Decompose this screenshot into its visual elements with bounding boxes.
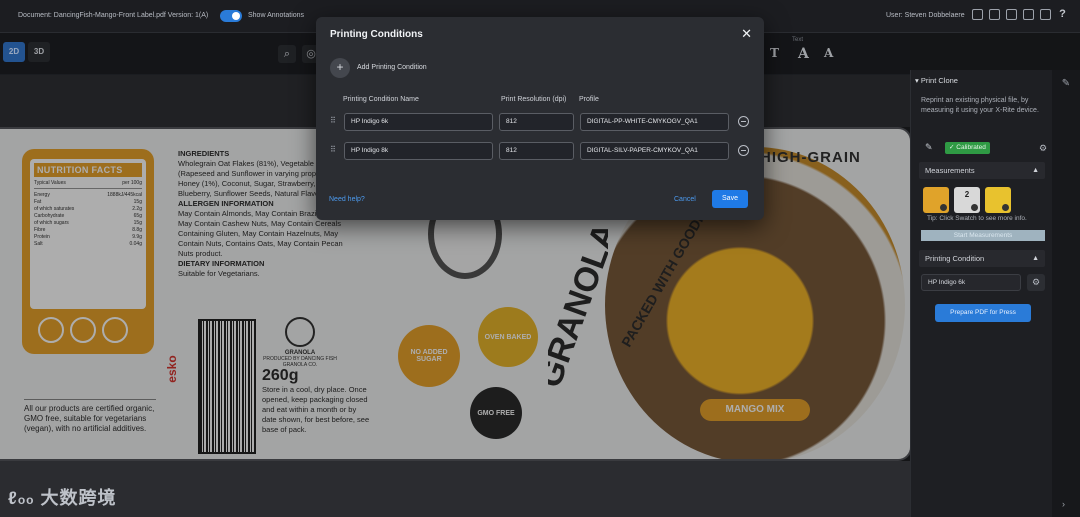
add-printing-condition-label[interactable]: Add Printing Condition [357,64,427,71]
gmo-free-badge: GMO FREE [470,387,522,439]
esko-logo: esko [165,355,179,382]
printing-condition-header[interactable]: Printing Condition ▲ [919,250,1045,267]
col-header-profile: Profile [579,96,599,103]
show-annotations-toggle[interactable] [220,10,242,22]
printing-condition-select[interactable]: HP Indigo 6k [921,274,1021,291]
print-clone-description: Reprint an existing physical file, by me… [921,97,1039,114]
add-printing-condition-button[interactable]: + [330,58,350,78]
mango-mix-badge: MANGO MIX [700,399,810,421]
device-icon: ✎ [925,142,933,152]
net-weight: 260g [262,367,299,384]
svg-text:GRANOLA: GRANOLA [548,218,608,393]
watermark: ℓoo 大数跨境 [8,488,117,508]
printing-condition-gear-icon[interactable]: ⚙ [1027,274,1045,291]
close-icon[interactable]: ✕ [741,26,752,42]
brand-logo-icon [285,317,315,347]
calibration-row: ✎ ✓ Calibrated ⚙ [921,140,1047,156]
print-clone-tab-icon[interactable]: ✎ [1058,78,1074,94]
measurement-swatches: 2 [923,187,1011,213]
dialog-title: Printing Conditions [330,29,423,40]
heart-badge-icon [102,317,128,343]
printing-condition-row: ⠿ HP Indigo 8k 812 DIGITAL-SILV-PAPER-CM… [330,142,750,162]
print-icon[interactable] [1023,9,1034,20]
save-button[interactable]: Save [712,190,748,208]
svg-text:esko: esko [165,355,179,382]
keyboard-icon[interactable] [1040,9,1051,20]
weight-block: 260g Store in a cool, dry place. Once op… [262,367,372,435]
remove-row-icon[interactable] [738,116,749,127]
measurements-header[interactable]: Measurements ▲ [919,162,1045,179]
col-header-name: Printing Condition Name [343,96,419,103]
user-name: User: Steven Dobbelaere [886,12,965,19]
canvas-bottom-margin [0,461,910,517]
typical-values-label: Typical Values [34,180,66,186]
calibrated-badge: ✓ Calibrated [945,142,990,154]
right-tab-strip: ✎ › [1052,70,1080,517]
diet-badges [38,317,128,343]
resolution-field[interactable]: 812 [499,142,574,160]
profile-select[interactable]: DIGITAL-SILV-PAPER-CMYKOV_QA1 [580,142,729,160]
calibration-gear-icon[interactable]: ⚙ [1035,140,1051,156]
per-100g-label: per 100g [122,180,142,186]
certified-text: All our products are certified organic, … [24,399,156,434]
top-icons: ? [972,9,1068,20]
print-clone-panel: ▾ Print Clone Reprint an existing physic… [910,70,1052,517]
print-clone-title[interactable]: ▾ Print Clone [915,76,958,85]
barcode [198,319,256,454]
nutrition-row: Protein 9.9g [34,234,142,240]
vegan-badge-icon [38,317,64,343]
resolution-field[interactable]: 812 [499,113,574,131]
file-icon[interactable] [1006,9,1017,20]
nutrition-row: of which sugars 15g [34,220,142,226]
nutrition-row: of which saturates 2.2g [34,206,142,212]
help-icon[interactable]: ? [1057,9,1068,20]
printing-condition-row: ⠿ HP Indigo 6k 812 DIGITAL-PP-WHITE-CMYK… [330,113,750,133]
document-title: Document: DancingFish-Mango-Front Label.… [18,12,209,19]
high-grain-text: HIGH-GRAIN [760,149,861,166]
prepare-pdf-button[interactable]: Prepare PDF for Press [935,304,1031,322]
printing-conditions-dialog: Printing Conditions ✕ + Add Printing Con… [316,17,764,220]
dietary-text: Suitable for Vegetarians. [178,269,260,278]
brand-block: GRANOLA PRODUCED BY DANCING FISH GRANOLA… [260,317,340,368]
grain-badge-icon [70,317,96,343]
nutrition-header: Typical Values per 100g [34,180,142,189]
chevron-right-icon[interactable]: › [1062,499,1065,509]
oven-baked-badge: OVEN BAKED [478,307,538,367]
storage-text: Store in a cool, dry place. Once opened,… [262,385,370,434]
swatch-3[interactable] [985,187,1011,213]
remove-row-icon[interactable] [738,145,749,156]
nutrition-row: Fat 15g [34,199,142,205]
nutrition-panel: NUTRITION FACTS Typical Values per 100g … [22,149,154,354]
nutrition-row: Energy 1888kJ/445kcal [34,192,142,198]
show-annotations-label: Show Annotations [248,12,305,19]
nutrition-title: NUTRITION FACTS [34,163,142,177]
cancel-button[interactable]: Cancel [674,196,696,203]
need-help-link[interactable]: Need help? [329,196,365,203]
condition-name-field[interactable]: HP Indigo 8k [344,142,493,160]
swatch-2[interactable]: 2 [954,187,980,213]
drag-handle-icon[interactable]: ⠿ [330,116,336,125]
nutrition-row: Salt 0.04g [34,241,142,247]
col-header-resolution: Print Resolution (dpi) [501,96,567,103]
dietary-title: DIETARY INFORMATION [178,259,265,268]
start-measurements-button[interactable]: Start Measurements [921,230,1045,241]
profile-select[interactable]: DIGITAL-PP-WHITE-CMYKOGV_QA1 [580,113,729,131]
nutrition-row: Fibre 8.8g [34,227,142,233]
window-icon[interactable] [989,9,1000,20]
no-added-sugar-badge: NO ADDED SUGAR [398,325,460,387]
condition-name-field[interactable]: HP Indigo 6k [344,113,493,131]
swatch-tip: Tip: Click Swatch to see more info. [927,215,1027,222]
nutrition-row: Carbohydrate 65g [34,213,142,219]
drag-handle-icon[interactable]: ⠿ [330,145,336,154]
settings-icon[interactable] [972,9,983,20]
swatch-1[interactable] [923,187,949,213]
app-window: Document: DancingFish-Mango-Front Label.… [0,0,1080,517]
